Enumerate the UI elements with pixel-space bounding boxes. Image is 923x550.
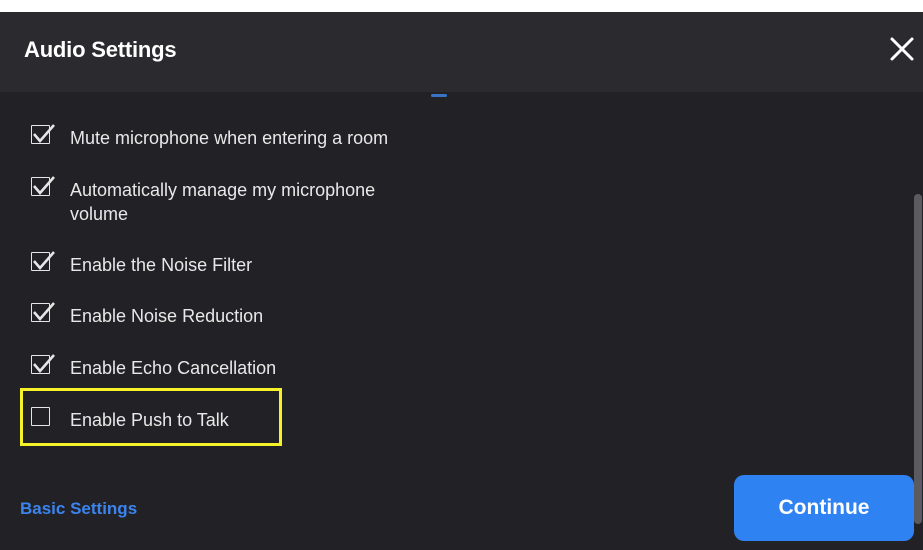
checkbox-checked[interactable] — [31, 354, 55, 377]
checkmark-icon — [33, 124, 55, 143]
option-echo-cancellation[interactable]: Enable Echo Cancellation — [31, 354, 430, 380]
checkbox-checked[interactable] — [31, 176, 55, 199]
highlight-box — [20, 388, 282, 446]
checkbox-checked[interactable] — [31, 302, 55, 325]
continue-button[interactable]: Continue — [734, 475, 914, 541]
option-noise-reduction[interactable]: Enable Noise Reduction — [31, 302, 430, 328]
checkmark-icon — [33, 176, 55, 195]
close-icon[interactable] — [887, 34, 917, 64]
option-label: Mute microphone when entering a room — [70, 128, 389, 148]
option-label: Enable the Noise Filter — [70, 255, 253, 275]
basic-settings-link[interactable]: Basic Settings — [20, 499, 137, 519]
scrollbar-thumb[interactable] — [914, 194, 922, 524]
checkmark-icon — [33, 354, 55, 373]
dialog-title: Audio Settings — [24, 37, 177, 62]
option-label: Enable Echo Cancellation — [70, 358, 277, 378]
option-noise-filter[interactable]: Enable the Noise Filter — [31, 251, 430, 277]
dialog-header: Audio Settings — [0, 12, 923, 92]
option-mute-on-enter[interactable]: Mute microphone when entering a room — [31, 124, 430, 150]
checkbox-checked[interactable] — [31, 124, 55, 147]
checkbox-checked[interactable] — [31, 251, 55, 274]
option-label: Enable Noise Reduction — [70, 306, 264, 326]
scrollbar[interactable] — [911, 94, 923, 524]
checkmark-icon — [33, 302, 55, 321]
checkmark-icon — [33, 251, 55, 270]
option-auto-mic-volume[interactable]: Automatically manage my microphone volum… — [31, 176, 430, 226]
option-label: Automatically manage my microphone volum… — [70, 180, 376, 224]
scroll-indicator — [431, 94, 447, 97]
audio-settings-dialog: Audio Settings Mute microphone when ente… — [0, 12, 923, 550]
